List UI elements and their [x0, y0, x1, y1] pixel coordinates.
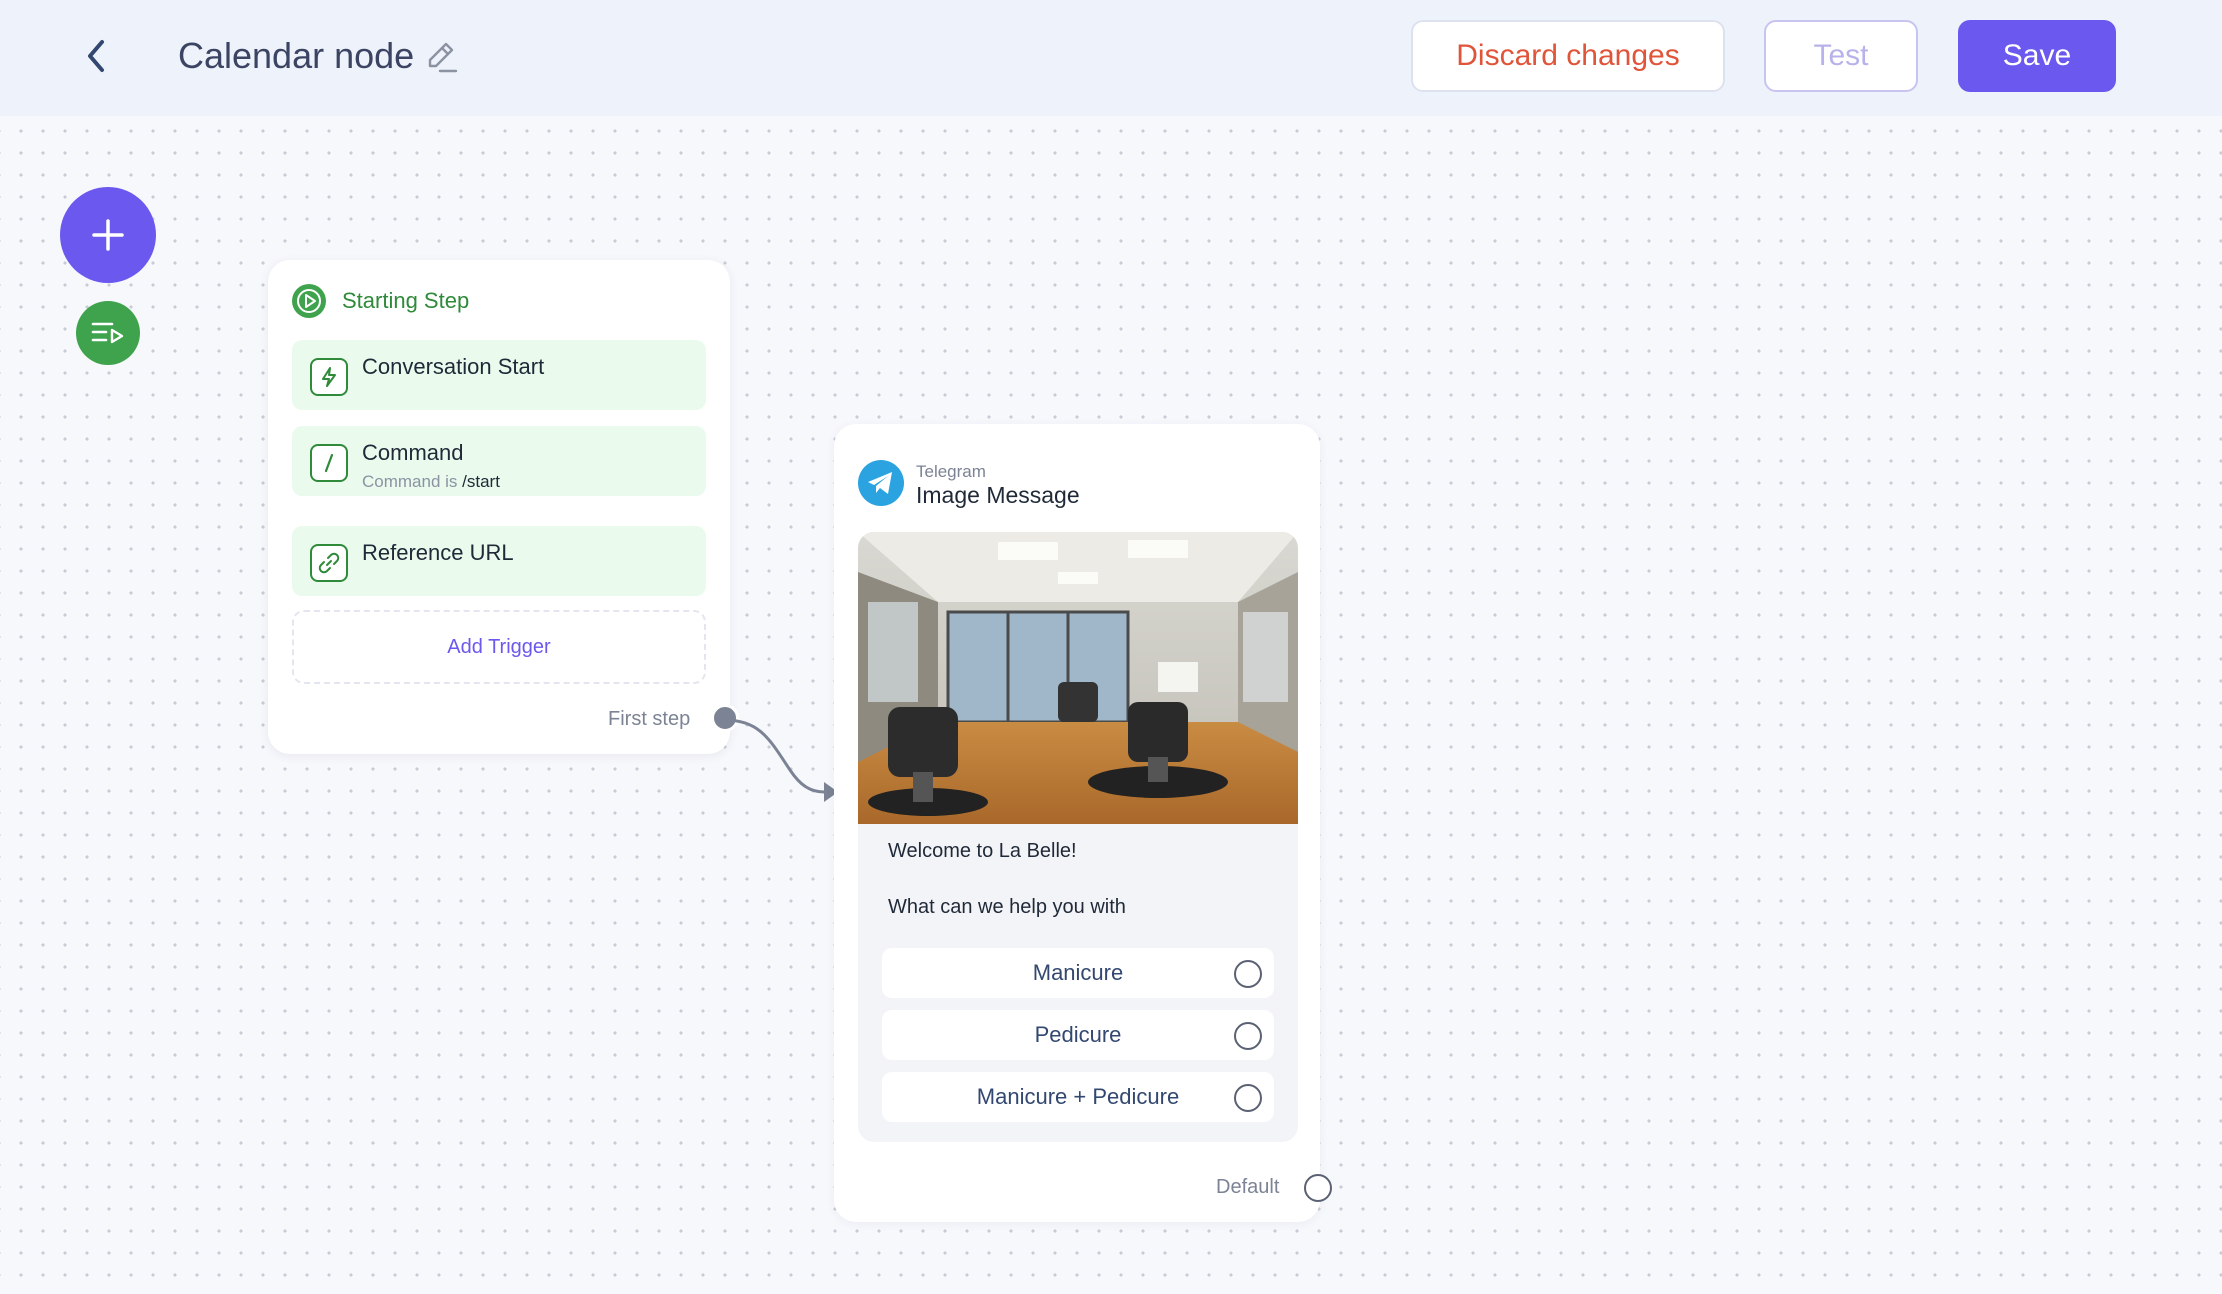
starting-step-title: Starting Step [342, 288, 470, 313]
telegram-icon [858, 460, 904, 506]
option-button[interactable]: Manicure [882, 948, 1274, 998]
option-button[interactable]: Manicure + Pedicure [882, 1072, 1274, 1122]
trigger-label: Conversation Start [362, 354, 545, 379]
option-label: Manicure + Pedicure [976, 1084, 1180, 1109]
discard-changes-button[interactable]: Discard changes [1411, 20, 1725, 92]
connector-arrow [724, 718, 838, 802]
output-label: First step [608, 708, 691, 730]
link-icon [310, 544, 348, 582]
message-type-label: Image Message [916, 482, 1080, 508]
add-trigger-button[interactable]: Add Trigger [292, 610, 706, 684]
option-label: Manicure [1032, 960, 1124, 985]
trigger-conversation-start[interactable]: Conversation Start [292, 340, 706, 410]
page-title: Calendar node [178, 35, 415, 76]
back-button[interactable] [76, 34, 116, 78]
add-node-button[interactable] [60, 187, 156, 283]
pencil-icon[interactable] [422, 38, 460, 76]
test-button[interactable]: Test [1764, 20, 1918, 92]
salon-photo [858, 532, 1298, 824]
top-bar: Calendar node Discard changes Test Save [0, 0, 2222, 116]
chevron-left-icon [88, 40, 104, 72]
message-text-line: Welcome to La Belle! [888, 840, 1077, 862]
starting-step-header: Starting Step [292, 284, 469, 318]
trigger-sublabel: Command is /start [362, 472, 500, 491]
channel-label: Telegram [916, 462, 986, 481]
trigger-reference-url[interactable]: Reference URL [292, 526, 706, 596]
option-port[interactable] [1234, 1084, 1262, 1112]
starting-step-card[interactable]: Starting Step Conversation Start Command… [268, 260, 739, 754]
trigger-label: Command [362, 440, 464, 465]
list-play-icon [91, 322, 124, 344]
default-output-label: Default [1216, 1176, 1280, 1198]
slash-icon [310, 444, 348, 482]
save-button[interactable]: Save [1958, 20, 2116, 92]
option-label: Pedicure [1034, 1022, 1122, 1047]
option-port[interactable] [1234, 1022, 1262, 1050]
plus-icon [92, 219, 124, 251]
message-text-line: What can we help you with [888, 896, 1126, 918]
trigger-label: Reference URL [362, 540, 514, 565]
telegram-image-message-card[interactable]: Telegram Image Message Welcome to La Bel… [834, 424, 1332, 1222]
playlist-button[interactable] [76, 301, 140, 365]
play-icon [292, 284, 326, 318]
trigger-command[interactable]: Command Command is /start [292, 426, 706, 496]
default-output-port[interactable] [1304, 1174, 1332, 1202]
command-value: /start [462, 472, 500, 491]
lightning-icon [310, 358, 348, 396]
message-preview: Welcome to La Belle! What can we help yo… [858, 532, 1298, 1142]
option-button[interactable]: Pedicure [882, 1010, 1274, 1060]
option-port[interactable] [1234, 960, 1262, 988]
